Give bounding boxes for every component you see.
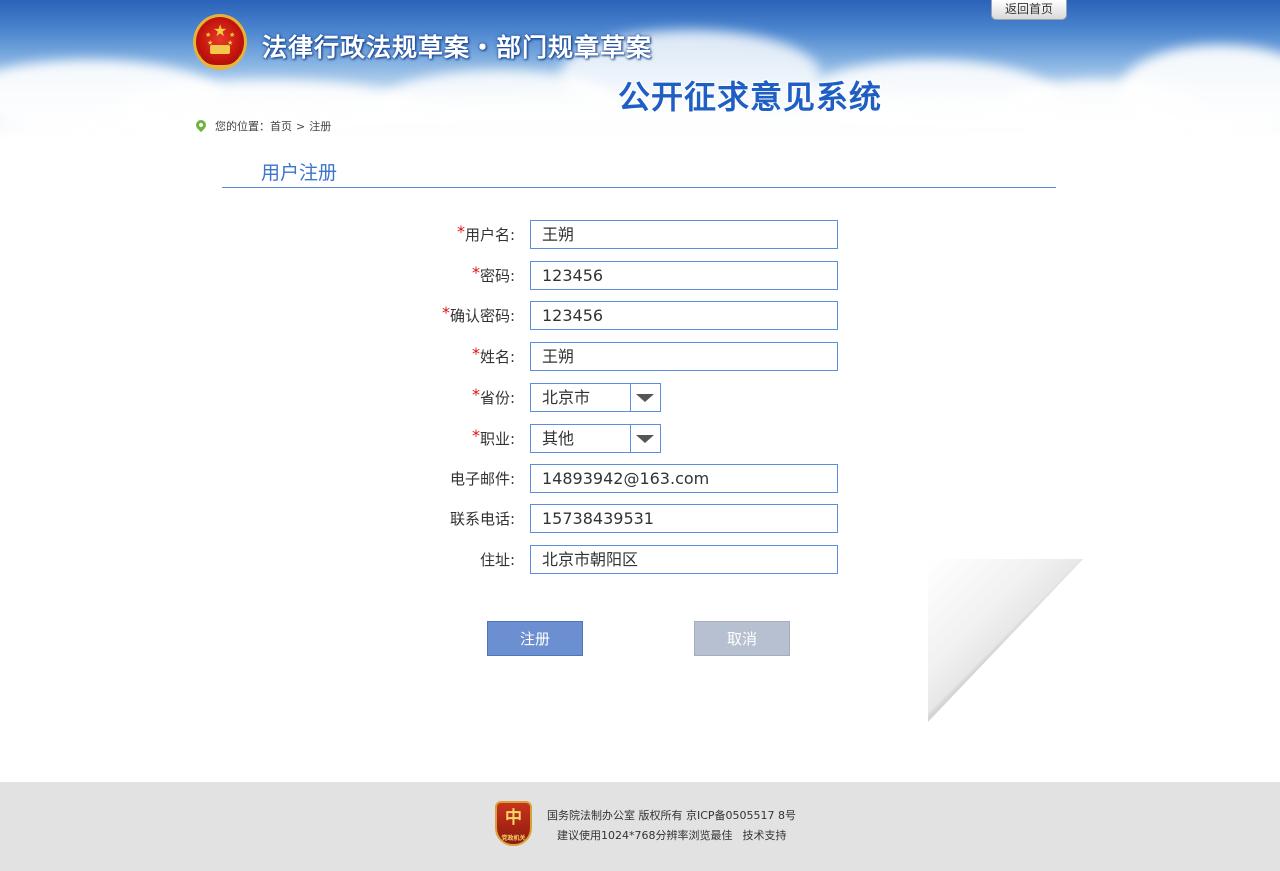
address-input[interactable]: 北京市朝阳区	[530, 545, 838, 574]
government-badge-icon[interactable]: 中 党政机关	[495, 801, 532, 846]
form-row-confirm-password: *确认密码: 123456	[0, 301, 1280, 331]
badge-caption: 党政机关	[501, 835, 526, 842]
breadcrumb-separator: >	[296, 119, 306, 133]
password-label: *密码:	[472, 261, 515, 291]
form-row-province: *省份: 北京市	[0, 383, 1280, 413]
password-input[interactable]: 123456	[530, 261, 838, 290]
name-label-text: 姓名:	[479, 348, 515, 366]
tech-support-link[interactable]: 技术支持	[743, 829, 787, 842]
page-curl-shadow	[928, 559, 1083, 722]
name-label: *姓名:	[472, 342, 515, 372]
location-pin-icon	[193, 117, 209, 133]
address-label: 住址:	[479, 551, 515, 569]
dropdown-arrow-icon[interactable]	[630, 425, 660, 452]
return-home-button[interactable]: 返回首页	[991, 0, 1067, 20]
occupation-select-value: 其他	[542, 429, 575, 448]
confirm-password-label: *确认密码:	[442, 301, 515, 331]
badge-glyph: 中	[505, 808, 522, 828]
form-row-address: 住址: 北京市朝阳区	[0, 545, 1280, 575]
breadcrumb-home-link[interactable]: 首页	[270, 118, 292, 134]
form-row-username: *用户名: 王朔	[0, 220, 1280, 250]
form-row-email: 电子邮件: 14893942@163.com	[0, 464, 1280, 494]
email-label: 电子邮件:	[449, 470, 515, 488]
occupation-label-text: 职业:	[479, 430, 515, 448]
form-row-phone: 联系电话: 15738439531	[0, 504, 1280, 534]
confirm-password-label-text: 确认密码:	[449, 307, 515, 325]
password-label-text: 密码:	[479, 267, 515, 285]
occupation-select[interactable]: 其他	[530, 424, 661, 453]
form-row-name: *姓名: 王朔	[0, 342, 1280, 372]
resolution-tip: 建议使用1024*768分辨率浏览最佳	[557, 829, 733, 842]
form-row-occupation: *职业: 其他	[0, 424, 1280, 454]
breadcrumb-current: 注册	[309, 120, 332, 133]
breadcrumb-prefix: 您的位置：	[215, 120, 270, 133]
email-input[interactable]: 14893942@163.com	[530, 464, 838, 493]
province-label: *省份:	[472, 383, 515, 413]
province-label-text: 省份:	[479, 389, 515, 407]
username-label: *用户名:	[457, 220, 515, 250]
occupation-label: *职业:	[472, 424, 515, 454]
phone-label: 联系电话:	[449, 510, 515, 528]
header-banner: ★ ★ ★ ★ ★ 法律行政法规草案・部门规章草案 公开征求意见系统	[0, 0, 1280, 140]
breadcrumb: 您的位置： 首页 > 注册	[193, 117, 332, 135]
title-divider	[222, 187, 1056, 188]
form-title: 用户注册	[261, 162, 338, 184]
confirm-password-input[interactable]: 123456	[530, 301, 838, 330]
required-mark: *	[471, 385, 480, 404]
site-title: 法律行政法规草案・部门规章草案	[262, 33, 653, 62]
required-mark: *	[471, 344, 480, 363]
name-input[interactable]: 王朔	[530, 342, 838, 371]
required-mark: *	[456, 222, 465, 241]
copyright-text: 国务院法制办公室 版权所有 京ICP备0505517 8号	[547, 809, 797, 822]
form-row-password: *密码: 123456	[0, 261, 1280, 291]
cancel-button[interactable]: 取消	[694, 621, 790, 656]
footer-note: 建议使用1024*768分辨率浏览最佳 技术支持	[557, 827, 787, 843]
province-select[interactable]: 北京市	[530, 383, 661, 412]
province-select-value: 北京市	[542, 388, 591, 407]
required-mark: *	[471, 263, 480, 282]
username-input[interactable]: 王朔	[530, 220, 838, 249]
site-subtitle: 公开征求意见系统	[618, 78, 883, 116]
required-mark: *	[441, 303, 450, 322]
phone-input[interactable]: 15738439531	[530, 504, 838, 533]
required-mark: *	[471, 426, 480, 445]
register-button[interactable]: 注册	[487, 621, 583, 656]
username-label-text: 用户名:	[464, 226, 515, 244]
dropdown-arrow-icon[interactable]	[630, 384, 660, 411]
national-emblem-icon: ★ ★ ★ ★ ★	[193, 14, 247, 70]
